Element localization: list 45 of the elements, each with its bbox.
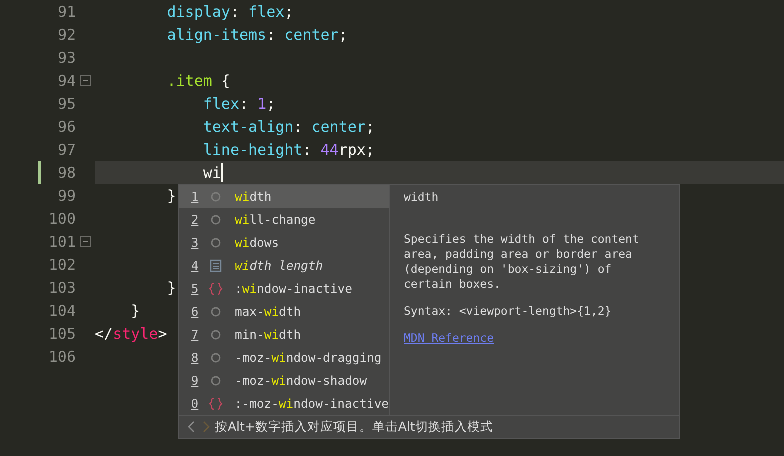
suggestion-item[interactable]: 4 width length [179, 254, 389, 277]
line-number: 102 [48, 256, 76, 274]
code-line: } [166, 186, 176, 204]
line-number: 92 [56, 26, 76, 44]
suggestion-item[interactable]: 2 will-change [179, 208, 389, 231]
suggestion-item[interactable]: 8 -moz-window-dragging [179, 346, 389, 369]
suggestion-item[interactable]: 6 max-width [179, 300, 389, 323]
line-number: 95 [56, 94, 76, 112]
code-line: } [166, 278, 176, 296]
code-line: flex: 1; [202, 94, 276, 112]
code-line: .item { [166, 72, 230, 90]
line-number: 94 [56, 72, 76, 90]
code-line: align-items: center; [166, 26, 348, 44]
collapse-icon[interactable] [80, 236, 91, 247]
suggestion-item[interactable]: 9 -moz-window-shadow [179, 369, 389, 392]
line-number: 106 [48, 348, 76, 366]
code-line: display: flex; [166, 2, 294, 20]
line-number: 101 [48, 232, 76, 250]
line-number: 104 [48, 302, 76, 320]
line-number: 105 [48, 324, 76, 342]
line-number: 96 [56, 118, 76, 136]
line-number: 99 [56, 186, 76, 204]
line-number: 97 [56, 140, 76, 158]
suggestion-item[interactable]: 3 widows [179, 231, 389, 254]
previous-icon[interactable] [187, 420, 197, 434]
suggestion-item[interactable]: 1 width [179, 185, 389, 208]
detail-title: width [404, 190, 440, 205]
line-number: 98 [56, 164, 76, 182]
line-number: 103 [48, 278, 76, 296]
code-line: wi [202, 164, 222, 182]
footer-hint: 按Alt+数字插入对应项目。单击Alt切换插入模式 [215, 418, 494, 436]
code-line: line-height: 44 rpx; [202, 140, 375, 158]
code-line: } [130, 302, 140, 320]
suggestion-item[interactable]: 5 :window-inactive [179, 277, 389, 300]
code-line: text-align: center; [202, 118, 375, 136]
suggestion-item[interactable]: 7 min-width [179, 323, 389, 346]
collapse-icon[interactable] [80, 75, 91, 86]
code-line: </style> [95, 324, 168, 342]
line-number: 91 [56, 2, 76, 20]
line-number: 100 [48, 210, 76, 228]
text-cursor [221, 163, 224, 182]
detail-syntax: Syntax: <viewport-length>{1,2} [404, 304, 613, 319]
detail-description: Specifies the width of the content area, padding area or border area (depending on 'box-sizing') of certain boxes. [404, 232, 640, 292]
suggestion-item[interactable]: 0 :-moz-window-inactive [179, 392, 389, 415]
line-number: 93 [56, 48, 76, 66]
